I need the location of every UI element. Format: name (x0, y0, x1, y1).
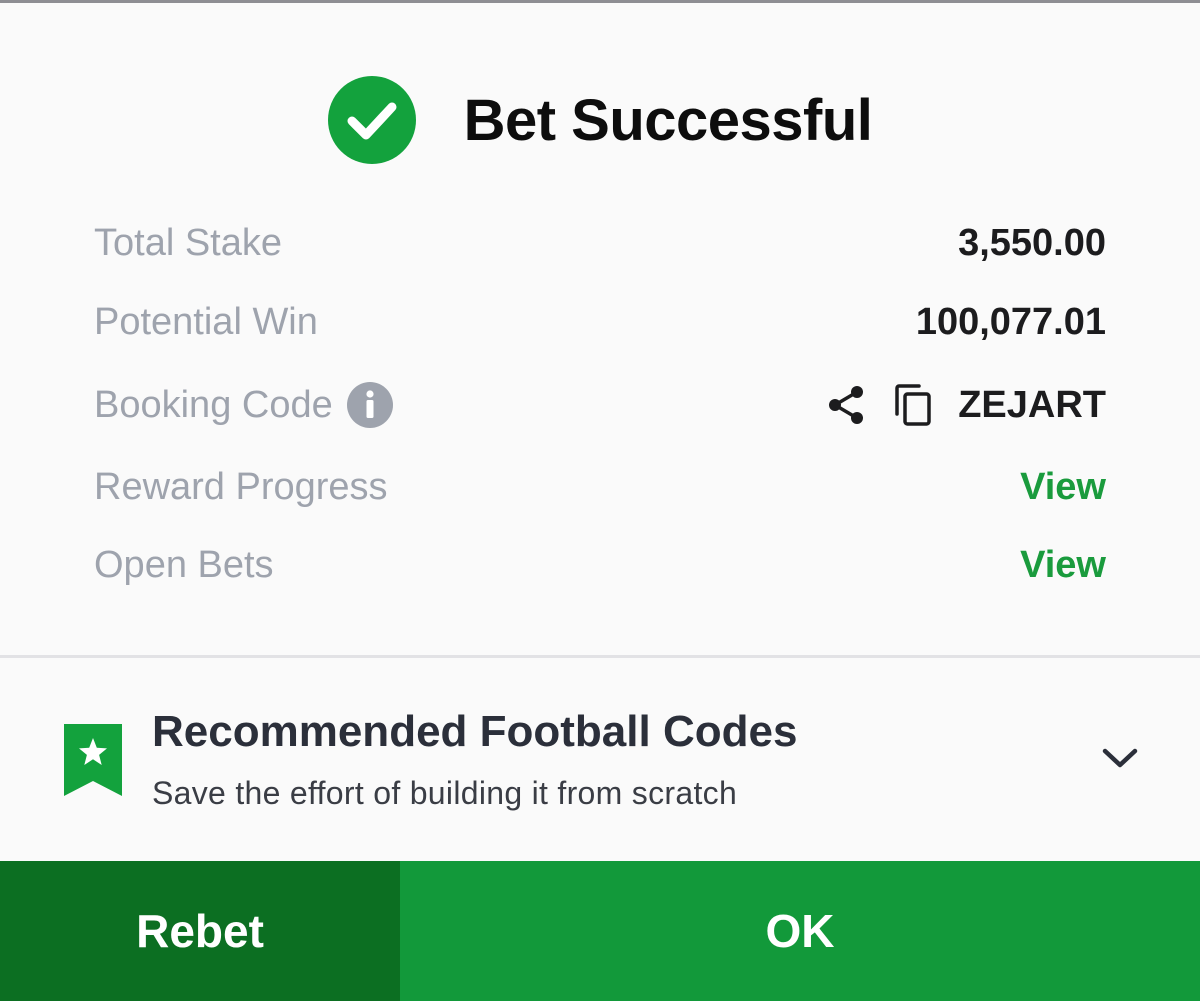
recommended-title: Recommended Football Codes (152, 707, 798, 756)
booking-code-label-group: Booking Code (94, 382, 393, 428)
rebet-button[interactable]: Rebet (0, 861, 400, 1001)
ok-button[interactable]: OK (400, 861, 1200, 1001)
reward-progress-row: Reward Progress View (94, 462, 1106, 512)
potential-win-label: Potential Win (94, 300, 318, 343)
total-stake-row: Total Stake 3,550.00 (94, 218, 1106, 268)
bookmark-star-icon (64, 724, 122, 796)
open-bets-label: Open Bets (94, 543, 274, 586)
chevron-down-icon[interactable] (1100, 743, 1140, 773)
open-bets-view-link[interactable]: View (1020, 544, 1106, 587)
check-circle-icon (327, 76, 416, 164)
info-icon[interactable] (346, 382, 393, 428)
share-icon[interactable] (824, 383, 868, 427)
booking-code-actions: ZEJART (824, 383, 1106, 427)
open-bets-row: Open Bets View (94, 540, 1106, 590)
potential-win-value: 100,077.01 (915, 300, 1106, 343)
success-header: Bet Successful (0, 75, 1200, 165)
booking-code-value: ZEJART (958, 383, 1106, 426)
recommended-subtitle: Save the effort of building it from scra… (152, 775, 738, 811)
booking-code-row: Booking Code ZEJART (94, 380, 1106, 430)
booking-code-label: Booking Code (94, 383, 333, 426)
page-title: Bet Successful (463, 87, 873, 153)
reward-progress-label: Reward Progress (94, 465, 388, 508)
reward-progress-view-link[interactable]: View (1020, 466, 1106, 509)
bet-success-sheet: Bet Successful Total Stake 3,550.00 Pote… (0, 3, 1200, 1001)
potential-win-row: Potential Win 100,077.01 (94, 297, 1106, 347)
total-stake-value: 3,550.00 (958, 221, 1106, 264)
footer-actions: Rebet OK (0, 861, 1200, 1001)
total-stake-label: Total Stake (94, 221, 282, 264)
section-divider (0, 655, 1200, 658)
copy-icon[interactable] (892, 383, 936, 427)
recommended-codes-toggle[interactable]: Recommended Football Codes Save the effo… (0, 693, 1200, 823)
